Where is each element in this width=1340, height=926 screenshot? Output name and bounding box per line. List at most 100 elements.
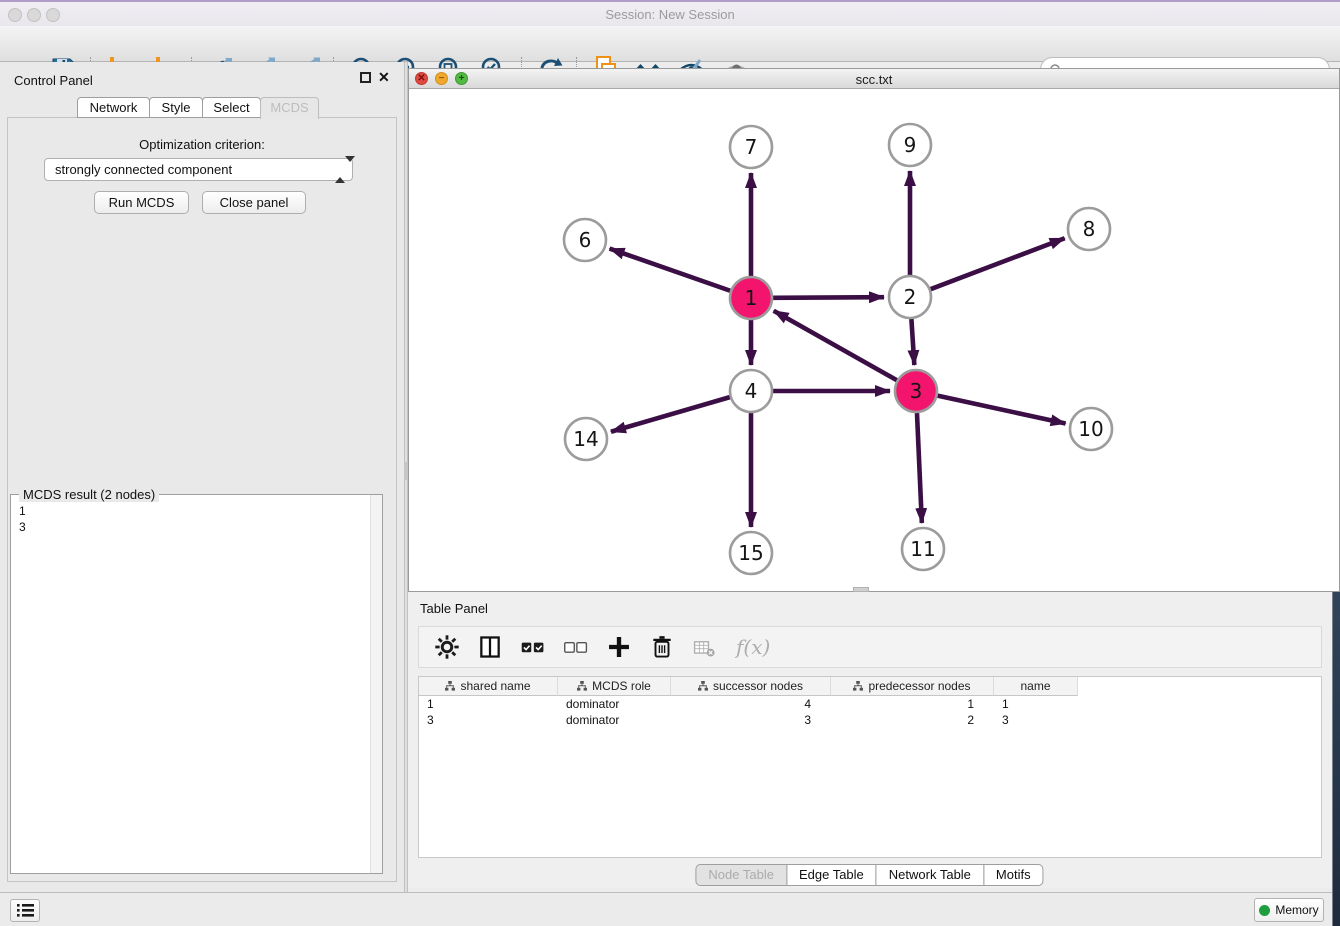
dropdown-chevrons-icon: [335, 162, 346, 178]
graph-edge-1-2[interactable]: [773, 297, 884, 298]
delete-table-icon: [691, 633, 719, 661]
network-view-window: ✕ − + scc.txt 7 9 6 8 1 2 4 3 14 10 15 11: [408, 68, 1340, 592]
float-panel-icon[interactable]: [360, 72, 371, 83]
column-header-predecessor-nodes[interactable]: predecessor nodes: [831, 677, 994, 696]
tab-node-table[interactable]: Node Table: [695, 864, 787, 886]
column-header-label: shared name: [460, 679, 530, 693]
desktop-background-strip: [1332, 592, 1340, 926]
graph-node-label: 11: [910, 537, 935, 561]
node-table: shared name MCDS role successor nodes prede…: [418, 676, 1322, 858]
tab-network[interactable]: Network: [77, 97, 150, 118]
graph-edge-2-3[interactable]: [911, 319, 914, 365]
column-header-successor-nodes[interactable]: successor nodes: [671, 677, 831, 696]
shared-column-icon: [853, 681, 863, 691]
table-cell: 2: [831, 712, 994, 728]
mcds-result-box: MCDS result (2 nodes) 1 3: [10, 494, 383, 874]
graph-node-label: 10: [1078, 417, 1103, 441]
run-mcds-button[interactable]: Run MCDS: [94, 191, 189, 214]
graph-edge-2-8[interactable]: [931, 238, 1065, 289]
control-panel: Control Panel ✕ Network Style Select MCD…: [0, 62, 404, 892]
network-canvas[interactable]: 7 9 6 8 1 2 4 3 14 10 15 11: [409, 89, 1339, 591]
header-filler: [1078, 677, 1321, 696]
close-panel-button[interactable]: Close panel: [202, 191, 306, 214]
task-history-button[interactable]: [10, 899, 40, 922]
gear-icon[interactable]: [433, 633, 461, 661]
criterion-value: strongly connected component: [55, 162, 232, 177]
table-panel: Table Panel ✕ f(x) shared nameMCDS roles…: [408, 592, 1332, 888]
column-header-name[interactable]: name: [994, 677, 1078, 696]
add-column-icon[interactable]: [605, 633, 633, 661]
graph-node-label: 14: [573, 427, 598, 451]
mcds-result-title: MCDS result (2 nodes): [19, 487, 159, 502]
control-panel-title: Control Panel: [14, 73, 93, 88]
control-panel-tabs: Network Style Select MCDS: [78, 97, 319, 119]
table-cell: 3: [419, 712, 558, 728]
tab-style[interactable]: Style: [149, 97, 203, 118]
graph-edge-4-14[interactable]: [611, 397, 730, 432]
tab-network-table[interactable]: Network Table: [876, 864, 984, 886]
table-cell: 3: [671, 712, 831, 728]
delete-column-icon[interactable]: [648, 633, 676, 661]
mcds-result-line: 1: [19, 503, 382, 519]
memory-label: Memory: [1275, 903, 1318, 917]
select-all-icon[interactable]: [519, 633, 547, 661]
shared-column-icon: [445, 681, 455, 691]
graph-node-label: 4: [745, 379, 758, 403]
network-window-titlebar: ✕ − + scc.txt: [409, 69, 1339, 89]
shared-column-icon: [577, 681, 587, 691]
table-cell: 1: [831, 696, 994, 712]
status-bar: Memory: [0, 892, 1332, 926]
table-cell: dominator: [558, 696, 671, 712]
table-body: 1dominator4113dominator323: [419, 696, 1321, 728]
graph-node-label: 8: [1083, 217, 1096, 241]
table-row[interactable]: 1dominator411: [419, 696, 1321, 712]
column-header-label: name: [1020, 679, 1050, 693]
graph-node-label: 3: [910, 379, 923, 403]
memory-button[interactable]: Memory: [1254, 898, 1324, 922]
list-icon: [17, 903, 34, 918]
unselect-all-icon[interactable]: [562, 633, 590, 661]
table-cell: 3: [994, 712, 1078, 728]
close-panel-icon[interactable]: ✕: [378, 72, 390, 83]
graph-edge-1-6[interactable]: [610, 249, 731, 291]
criterion-dropdown[interactable]: strongly connected component: [44, 158, 353, 181]
table-cell: 1: [419, 696, 558, 712]
column-header-shared-name[interactable]: shared name: [419, 677, 558, 696]
tab-edge-table[interactable]: Edge Table: [786, 864, 877, 886]
mcds-result-line: 3: [19, 519, 382, 535]
table-header-row: shared name MCDS role successor nodes prede…: [419, 677, 1321, 696]
column-header-MCDS-role[interactable]: MCDS role: [558, 677, 671, 696]
result-scrollbar[interactable]: [370, 495, 382, 873]
table-toolbar: f(x): [418, 626, 1322, 668]
table-tabs: Node Table Edge Table Network Table Moti…: [696, 864, 1043, 886]
tab-motifs[interactable]: Motifs: [983, 864, 1044, 886]
column-header-label: MCDS role: [592, 679, 651, 693]
graph-node-label: 7: [745, 135, 758, 159]
graph-edge-3-1[interactable]: [774, 311, 897, 380]
network-window-title: scc.txt: [409, 72, 1339, 87]
graph-node-label: 2: [904, 285, 917, 309]
main-toolbar: [0, 26, 1340, 62]
column-header-label: predecessor nodes: [868, 679, 970, 693]
function-builder-icon: f(x): [734, 633, 776, 661]
graph-node-label: 15: [738, 541, 763, 565]
window-title: Session: New Session: [0, 7, 1340, 22]
optimization-criterion-label: Optimization criterion:: [0, 137, 404, 152]
graph-edge-3-10[interactable]: [937, 396, 1065, 424]
graph-node-label: 1: [745, 286, 758, 310]
app-titlebar: Session: New Session: [0, 0, 1340, 26]
tab-select[interactable]: Select: [202, 97, 261, 118]
graph-node-label: 6: [579, 228, 592, 252]
memory-status-icon: [1259, 905, 1270, 916]
tab-mcds[interactable]: MCDS: [260, 97, 319, 119]
graph-edge-3-11[interactable]: [917, 413, 922, 523]
table-panel-title: Table Panel: [420, 601, 488, 616]
svg-text:f(x): f(x): [734, 635, 770, 659]
table-cell: 1: [994, 696, 1078, 712]
graph-node-label: 9: [904, 133, 917, 157]
column-header-label: successor nodes: [713, 679, 803, 693]
columns-icon[interactable]: [476, 633, 504, 661]
table-cell: 4: [671, 696, 831, 712]
table-row[interactable]: 3dominator323: [419, 712, 1321, 728]
shared-column-icon: [698, 681, 708, 691]
